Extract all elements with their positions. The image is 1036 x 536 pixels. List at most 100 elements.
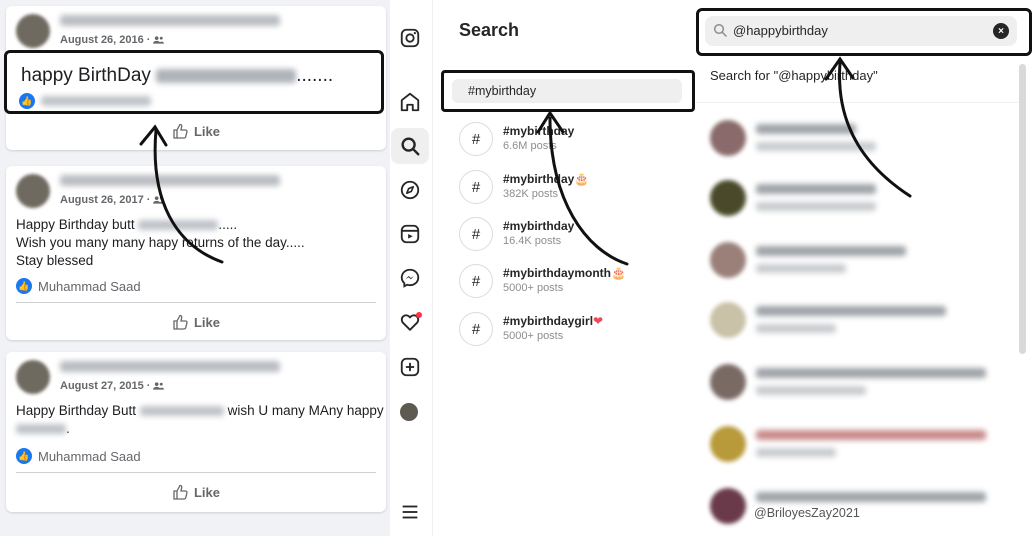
thumbs-up-icon [173, 123, 188, 139]
blurred-display-name [756, 448, 836, 457]
hashtag-name: #mybirthday [503, 219, 574, 233]
divider [16, 302, 376, 303]
reels-icon[interactable] [398, 222, 422, 246]
account-avatar [710, 426, 746, 462]
hashtag-post-count: 6.6M posts [503, 140, 557, 152]
reaction-summary[interactable]: 👍 Muhammad Saad [6, 274, 386, 298]
hashtag-result[interactable]: # #mybirthdaygirl❤ 5000+ posts [459, 310, 689, 350]
divider [16, 472, 376, 473]
scrollbar[interactable] [1019, 64, 1026, 354]
search-panel: Search #mybirthday # #mybirthday 6.6M po… [432, 0, 696, 536]
blurred-author-name [60, 15, 280, 26]
date-separator: · [146, 34, 151, 46]
like-button[interactable]: Like [6, 116, 386, 146]
reactor-name: Muhammad Saad [38, 448, 141, 464]
post-text: Happy Birthday butt ..... Wish you many … [6, 216, 386, 270]
friends-icon [153, 36, 165, 44]
hashtag-result[interactable]: # #mybirthday 6.6M posts [459, 120, 689, 160]
hashtag-search-field[interactable]: #mybirthday [452, 79, 682, 103]
hashtag-icon: # [459, 264, 493, 298]
search-icon[interactable] [398, 134, 422, 158]
hashtag-name-text: #mybirthdaymonth [503, 266, 612, 280]
avatar[interactable] [16, 14, 50, 48]
blurred-name [138, 220, 219, 231]
hashtag-name: #mybirthdaygirl❤ [503, 314, 603, 328]
blurred-username [756, 306, 946, 316]
search-icon [713, 23, 727, 37]
highlighted-search-box: @happybirthday × [696, 8, 1032, 56]
divider [696, 102, 1018, 103]
messenger-icon[interactable] [398, 266, 422, 290]
blurred-reactor [41, 96, 151, 106]
post-line: Happy Birthday Butt wish U many MAny hap… [16, 402, 384, 420]
hashtag-emoji: ❤ [593, 314, 604, 328]
search-panel-title: Search [459, 20, 520, 40]
screenshot-root: August 26, 2016 · Like happy BirthDay ...… [0, 0, 1036, 536]
hashtag-post-count: 5000+ posts [503, 282, 564, 294]
account-result[interactable] [710, 362, 1010, 406]
account-result[interactable] [710, 178, 1010, 222]
blurred-text [16, 424, 66, 435]
account-avatar [710, 488, 746, 524]
blurred-author-name [60, 361, 280, 372]
hashtag-icon: # [459, 122, 493, 156]
account-result[interactable] [710, 118, 1010, 162]
home-icon[interactable] [398, 90, 422, 114]
post-text: happy BirthDay ....... [21, 65, 333, 87]
instagram-icon[interactable] [398, 26, 422, 50]
avatar[interactable] [16, 360, 50, 394]
hashtag-result[interactable]: # #mybirthday🎂 382K posts [459, 168, 689, 208]
post-date-text: August 27, 2015 [60, 380, 144, 392]
post-date[interactable]: August 26, 2016 · [60, 34, 165, 46]
hashtag-post-count: 5000+ posts [503, 330, 564, 342]
post-date[interactable]: August 27, 2015 · [60, 380, 165, 392]
account-result[interactable] [710, 240, 1010, 284]
blurred-display-name [756, 386, 866, 395]
friends-icon [153, 382, 165, 390]
hashtag-name: #mybirthday🎂 [503, 172, 589, 186]
reaction-summary[interactable]: 👍 Muhammad Saad [6, 444, 386, 468]
post-line-text: wish U many MAny happy [227, 403, 384, 418]
blurred-username [756, 124, 856, 134]
account-result[interactable] [710, 300, 1010, 344]
blurred-display-name [756, 142, 876, 151]
like-button[interactable]: Like [6, 307, 386, 337]
blurred-username [756, 430, 986, 440]
explore-icon[interactable] [398, 178, 422, 202]
highlighted-hashtag-search: #mybirthday [441, 70, 695, 112]
account-result[interactable] [710, 424, 1010, 468]
search-input[interactable]: @happybirthday × [705, 16, 1017, 46]
hashtag-post-count: 16.4K posts [503, 235, 562, 247]
clear-search-icon[interactable]: × [993, 23, 1009, 39]
search-for-suggestion[interactable]: Search for "@happybirthday" [710, 68, 878, 83]
highlighted-post-text: happy BirthDay ....... 👍 [4, 50, 384, 114]
hashtag-name-text: #mybirthday [503, 124, 575, 138]
post-header: August 26, 2017 · [6, 166, 386, 210]
friends-icon [153, 196, 165, 204]
avatar[interactable] [16, 174, 50, 208]
hashtag-icon: # [459, 217, 493, 251]
blurred-username [756, 246, 906, 256]
post-card: August 26, 2017 · Happy Birthday butt ...… [6, 166, 386, 340]
blurred-username [756, 184, 876, 194]
notification-badge [416, 312, 422, 318]
date-separator: · [146, 194, 151, 206]
blurred-username [756, 492, 986, 502]
hashtag-emoji: 🎂 [574, 172, 590, 186]
post-line-text: Happy Birthday butt [16, 217, 135, 232]
hashtag-result[interactable]: # #mybirthday 16.4K posts [459, 215, 689, 255]
menu-icon[interactable] [398, 500, 422, 524]
post-line: . [16, 420, 376, 438]
blurred-display-name [756, 324, 836, 333]
hashtag-result[interactable]: # #mybirthdaymonth🎂 5000+ posts [459, 262, 689, 302]
facebook-feed: August 26, 2016 · Like happy BirthDay ...… [0, 0, 390, 536]
profile-avatar[interactable] [400, 403, 418, 421]
hashtag-emoji: 🎂 [611, 266, 626, 280]
post-date[interactable]: August 26, 2017 · [60, 194, 165, 206]
like-button[interactable]: Like [6, 477, 386, 507]
post-card: August 27, 2015 · Happy Birthday Butt wis… [6, 352, 386, 512]
create-icon[interactable] [398, 355, 422, 379]
post-line-text: . [66, 421, 70, 436]
blurred-display-name [756, 264, 846, 273]
reaction-summary[interactable]: 👍 [19, 93, 151, 109]
